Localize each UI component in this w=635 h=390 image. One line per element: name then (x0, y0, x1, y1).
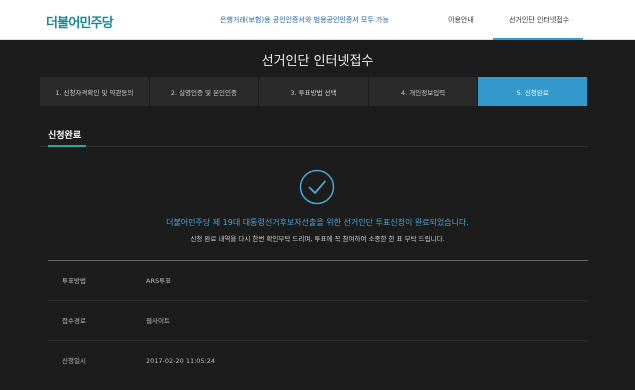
info-value: 2017-02-20 11:05:24 (146, 357, 216, 365)
check-circle-icon (299, 169, 335, 205)
info-value: 웹사이트 (146, 317, 170, 325)
page-title: 선거인단 인터넷접수 (261, 54, 374, 69)
info-label: 신청일시 (62, 357, 86, 365)
party-logo[interactable]: 더불어민주당 (46, 12, 114, 31)
info-row-datetime: 신청일시 2017-02-20 11:05:24 (48, 341, 588, 381)
section-title-underline (48, 145, 86, 147)
info-label: 투표방법 (62, 277, 86, 285)
section-title: 신청완료 (48, 131, 82, 141)
info-value: ARS투표 (146, 277, 172, 285)
info-row-vote-method: 투표방법 ARS투표 (48, 261, 588, 301)
completion-submessage: 신청 완료 내역을 다시 한번 확인부탁 드리며, 투표에 꼭 참여하여 소중한… (190, 235, 445, 243)
info-row-channel: 접수경로 웹사이트 (48, 301, 588, 341)
step-3: 3. 투표방법 선택 (259, 77, 369, 106)
info-label: 접수경로 (62, 317, 86, 325)
nav-link-certificate-notice[interactable]: 은행거래(보험)용 공인인증서와 범용공인인증서 모두 가능 (220, 0, 389, 40)
step-1: 1. 신청자격확인 및 약관동의 (40, 77, 150, 106)
page-header: 선거인단 인터넷접수 (0, 40, 635, 77)
top-navigation-bar: 더불어민주당 은행거래(보험)용 공인인증서와 범용공인인증서 모두 가능 이용… (0, 0, 635, 40)
nav-link-usage-guide[interactable]: 이용안내 (448, 0, 474, 40)
step-2: 2. 실명인증 및 본인인증 (149, 77, 260, 106)
section-divider (40, 146, 588, 147)
progress-steps: 1. 신청자격확인 및 약관동의 2. 실명인증 및 본인인증 3. 투표방법 … (40, 77, 588, 106)
step-5-current: 5. 신청완료 (478, 77, 588, 106)
completion-message: 더불어민주당 제 19대 대통령선거후보자선출을 위한 선거인단 투표신청이 완… (166, 218, 469, 227)
nav-link-online-registration[interactable]: 선거인단 인터넷접수 (492, 0, 584, 40)
step-4: 4. 개인정보입력 (368, 77, 479, 106)
